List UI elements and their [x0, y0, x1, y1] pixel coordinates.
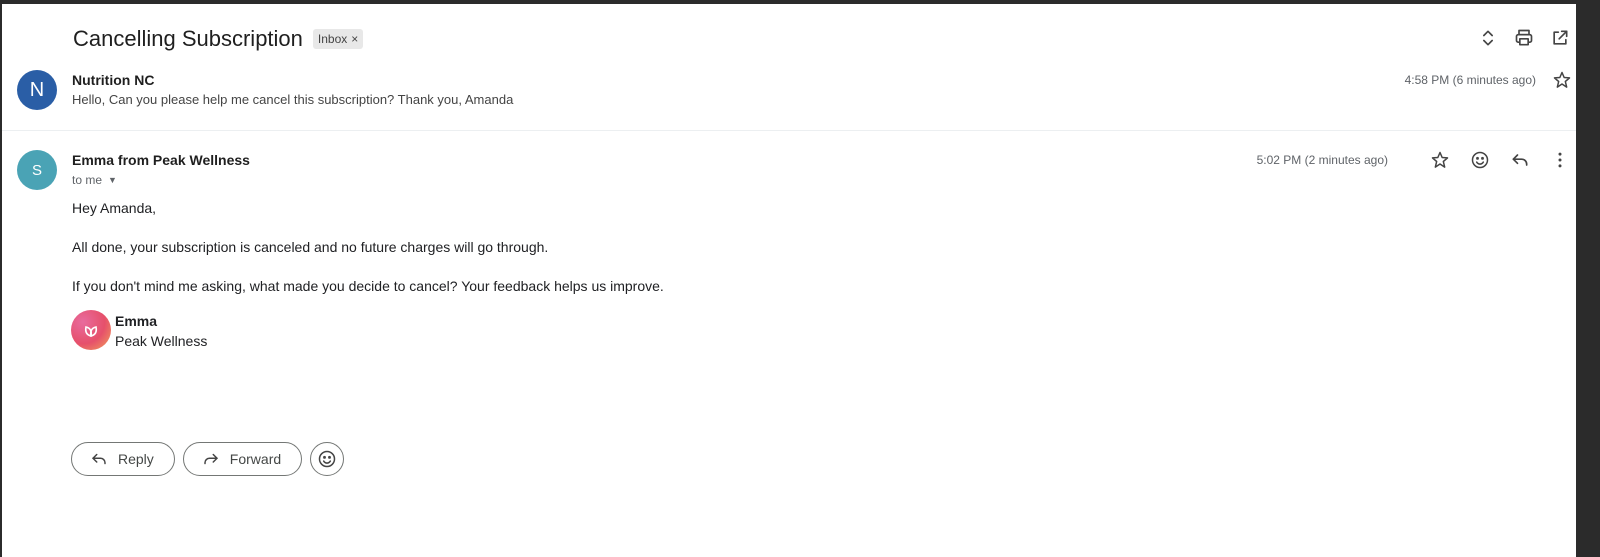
emoji-react-icon[interactable]	[1470, 150, 1490, 170]
chevron-down-icon[interactable]: ▼	[108, 175, 117, 185]
message-snippet[interactable]: Hello, Can you please help me cancel thi…	[72, 92, 513, 107]
subject-row: Cancelling Subscription Inbox ×	[73, 24, 364, 54]
emoji-icon	[318, 450, 336, 468]
signature-company: Peak Wellness	[115, 333, 208, 349]
label-name: Inbox	[317, 32, 348, 46]
print-icon[interactable]	[1514, 28, 1534, 48]
thread-actions	[1478, 28, 1570, 48]
signature-name: Emma	[115, 313, 158, 329]
inbox-label-chip[interactable]: Inbox ×	[312, 29, 364, 49]
email-thread-view: Cancelling Subscription Inbox × N Nutrit…	[2, 4, 1576, 557]
window-edge	[1576, 0, 1600, 557]
body-greeting: Hey Amanda,	[72, 200, 157, 216]
reply-icon	[92, 453, 106, 465]
expand-collapse-icon[interactable]	[1478, 28, 1498, 48]
sender-avatar[interactable]: S	[17, 150, 57, 190]
star-icon[interactable]	[1552, 70, 1572, 90]
message-divider	[2, 130, 1576, 131]
open-in-new-window-icon[interactable]	[1550, 28, 1570, 48]
reply-actions: Reply Forward	[71, 442, 345, 476]
emoji-react-button[interactable]	[310, 442, 345, 476]
message-time: 5:02 PM (2 minutes ago)	[1256, 153, 1388, 167]
forward-button[interactable]: Forward	[182, 442, 303, 476]
forward-label: Forward	[229, 451, 282, 467]
body-paragraph: All done, your subscription is canceled …	[72, 239, 549, 255]
sender-name[interactable]: Emma from Peak Wellness	[72, 152, 250, 168]
reply-label: Reply	[118, 451, 154, 467]
forward-icon	[204, 453, 218, 465]
recipient-details[interactable]: to me ▼	[72, 173, 117, 187]
more-options-icon[interactable]	[1550, 150, 1570, 170]
avatar-letter: S	[31, 161, 42, 179]
sender-name[interactable]: Nutrition NC	[72, 72, 154, 88]
message-actions	[1430, 150, 1570, 170]
reply-icon[interactable]	[1510, 150, 1530, 170]
email-subject: Cancelling Subscription	[73, 26, 303, 51]
sender-avatar[interactable]: N	[17, 70, 57, 110]
recipient-text: to me	[72, 173, 103, 187]
message-time: 4:58 PM (6 minutes ago)	[1404, 73, 1536, 87]
reply-button[interactable]: Reply	[71, 442, 175, 476]
remove-label-icon[interactable]: ×	[351, 32, 358, 46]
body-paragraph: If you don't mind me asking, what made y…	[72, 278, 664, 294]
peak-wellness-logo	[71, 310, 111, 350]
avatar-letter: N	[29, 78, 45, 101]
star-icon[interactable]	[1430, 150, 1450, 170]
